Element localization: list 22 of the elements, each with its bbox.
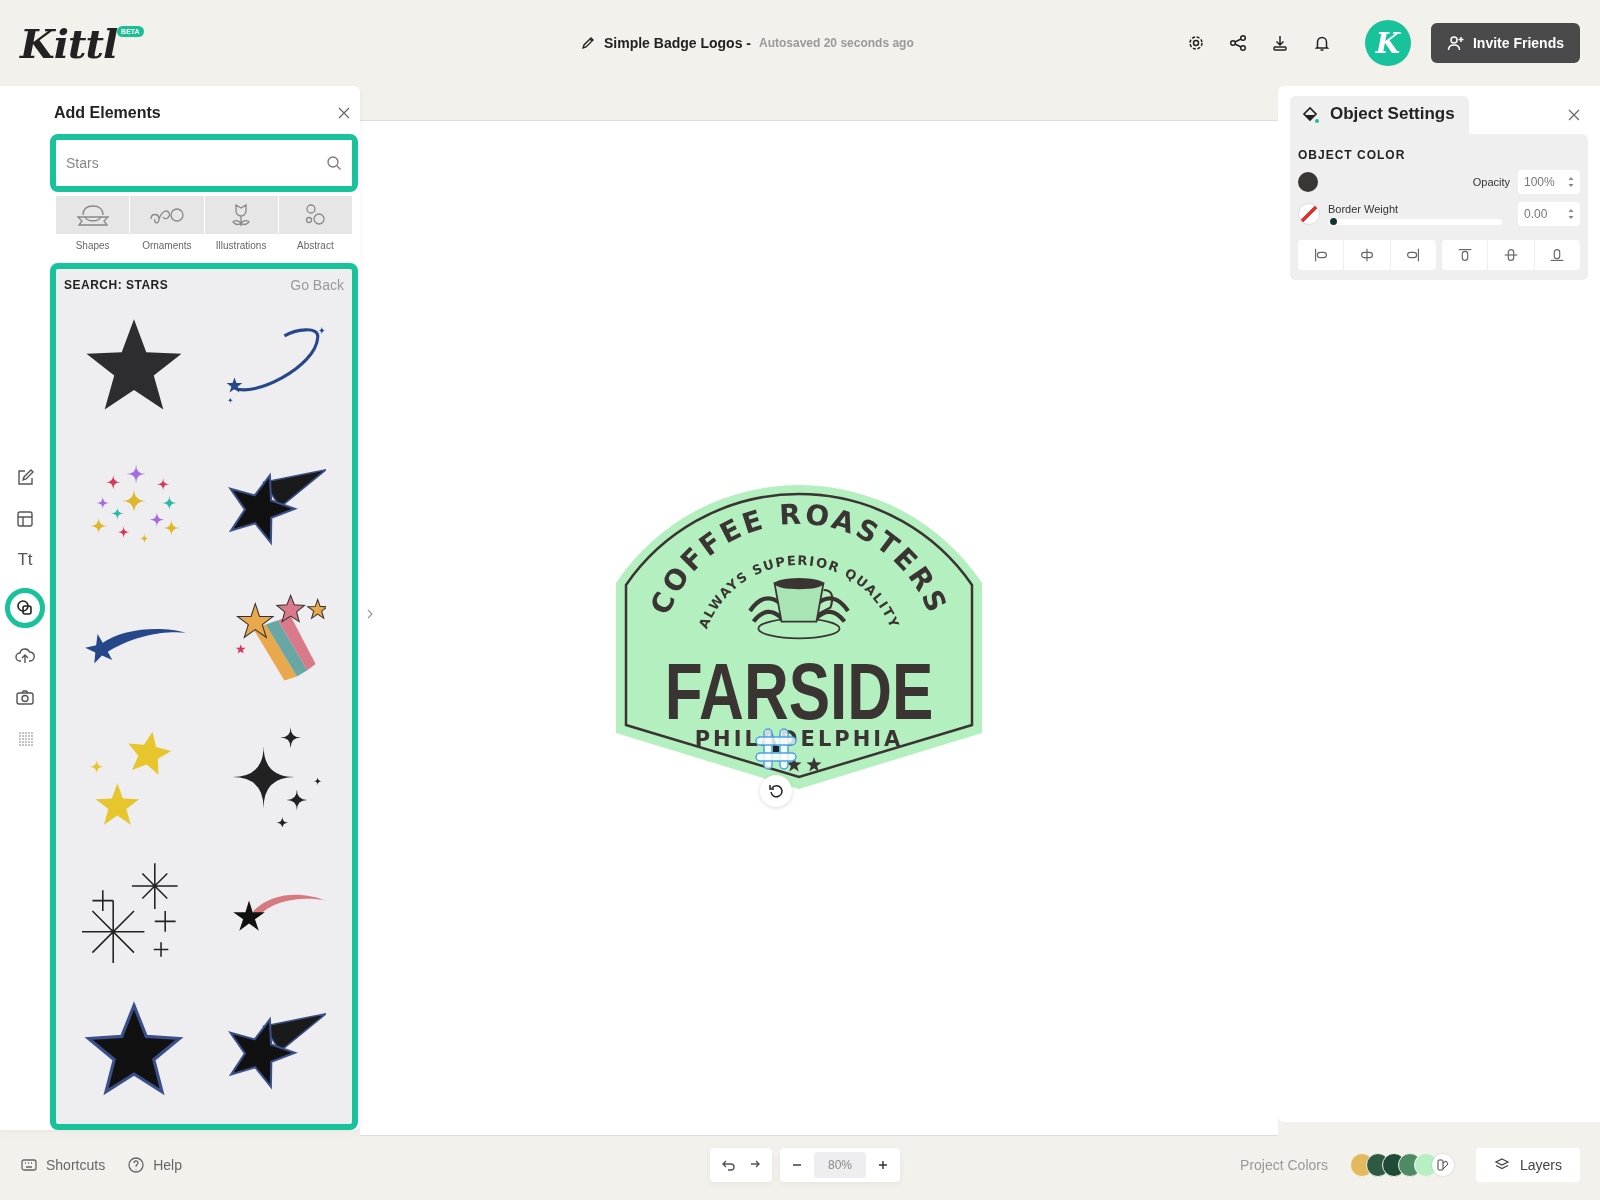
category-label: Illustrations bbox=[215, 240, 267, 251]
text-tool[interactable]: Tt bbox=[12, 547, 38, 573]
kittl-logo[interactable]: Kittl bbox=[20, 19, 118, 67]
category-label: Ornaments bbox=[142, 240, 192, 251]
opacity-label: Opacity bbox=[1472, 176, 1510, 188]
help-link[interactable]: Help bbox=[127, 1156, 182, 1174]
results-heading: SEARCH: STARS bbox=[64, 278, 169, 292]
layers-button[interactable]: Layers bbox=[1475, 1148, 1580, 1182]
section-heading: OBJECT COLOR bbox=[1298, 148, 1407, 162]
autosave-status: Autosaved 20 seconds ago bbox=[759, 36, 914, 50]
border-weight-label: Border Weight bbox=[1328, 203, 1400, 215]
search-field[interactable]: Stars bbox=[50, 134, 358, 192]
document-title[interactable]: Simple Badge Logos - bbox=[604, 35, 751, 51]
border-weight-field[interactable]: 0.00 bbox=[1518, 202, 1580, 226]
shortcuts-link[interactable]: Shortcuts bbox=[20, 1156, 106, 1174]
panel-title: Add Elements bbox=[54, 104, 161, 122]
opacity-field[interactable]: 100% bbox=[1518, 170, 1580, 194]
project-colors-label: Project Colors bbox=[1240, 1157, 1328, 1173]
object-settings-tab[interactable]: Object Settings bbox=[1290, 96, 1469, 134]
invite-friends-button[interactable]: Invite Friends bbox=[1430, 23, 1580, 63]
category-label: Abstract bbox=[297, 240, 334, 251]
category-label: Shapes bbox=[75, 240, 110, 251]
